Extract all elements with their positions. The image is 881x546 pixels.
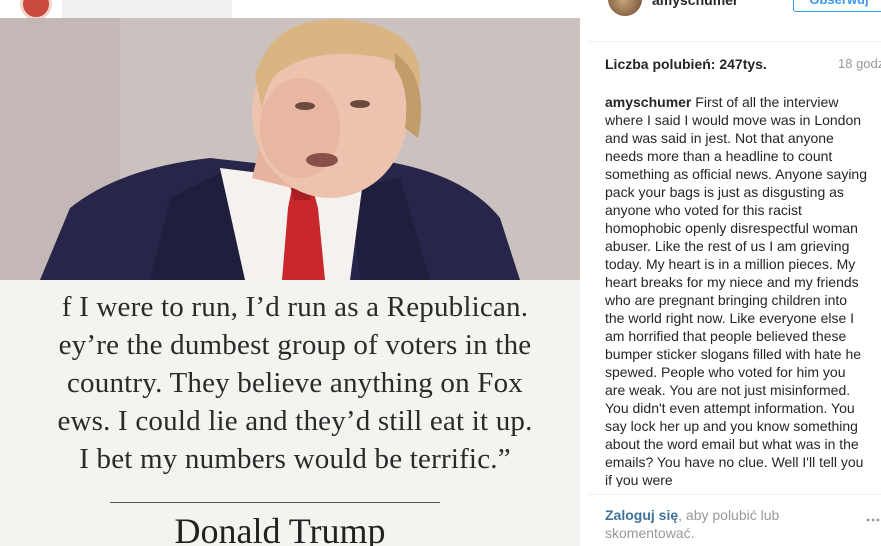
avatar[interactable] xyxy=(608,0,642,16)
ellipsis-icon-glyph xyxy=(866,518,880,522)
instagram-post-page: f I were to run, I’d run as a Republican… xyxy=(0,0,881,546)
quote-line: ey’re the dumbest group of voters in the xyxy=(58,329,532,361)
embedded-username-bar xyxy=(62,0,232,20)
likes-count[interactable]: Liczba polubień: 247tys. xyxy=(605,56,767,72)
quote-line: f I were to run, I’d run as a Republican… xyxy=(61,291,529,323)
follow-button[interactable]: Obserwuj xyxy=(793,0,881,12)
post-details-panel: amyschumer Obserwuj Liczba polubień: 247… xyxy=(588,0,881,546)
login-link[interactable]: Zaloguj się xyxy=(605,507,678,523)
speaker-illustration xyxy=(0,18,580,280)
quote-author: Donald Trump xyxy=(174,511,386,546)
quote-line: I bet my numbers would be terrific.” xyxy=(79,443,511,475)
caption-text: First of all the interview where I said … xyxy=(605,94,867,487)
owner-username[interactable]: amyschumer xyxy=(652,0,738,8)
footer-divider xyxy=(588,494,881,495)
quote-card: f I were to run, I’d run as a Republican… xyxy=(0,280,580,546)
post-header: amyschumer Obserwuj xyxy=(588,0,881,24)
login-prompt: Zaloguj się, aby polubić lub skomentować… xyxy=(605,506,835,542)
quote-line: country. They believe anything on Fox xyxy=(66,367,523,399)
header-divider xyxy=(588,41,881,42)
photo-of-speaker xyxy=(0,18,580,280)
ellipsis-icon[interactable] xyxy=(865,512,881,528)
caption-author-link[interactable]: amyschumer xyxy=(605,94,691,110)
quote-line: ews. I could lie and they’d still eat it… xyxy=(57,405,533,437)
post-timestamp[interactable]: 18 godz. xyxy=(838,56,881,71)
post-image[interactable]: f I were to run, I’d run as a Republican… xyxy=(0,0,588,546)
embedded-avatar xyxy=(20,0,52,20)
image-border xyxy=(580,18,588,546)
caption: amyschumer First of all the interview wh… xyxy=(605,93,867,487)
quote-divider xyxy=(110,502,440,503)
likes-row: Liczba polubień: 247tys. 18 godz. xyxy=(605,56,881,74)
quote-text: f I were to run, I’d run as a Republican… xyxy=(0,288,580,478)
